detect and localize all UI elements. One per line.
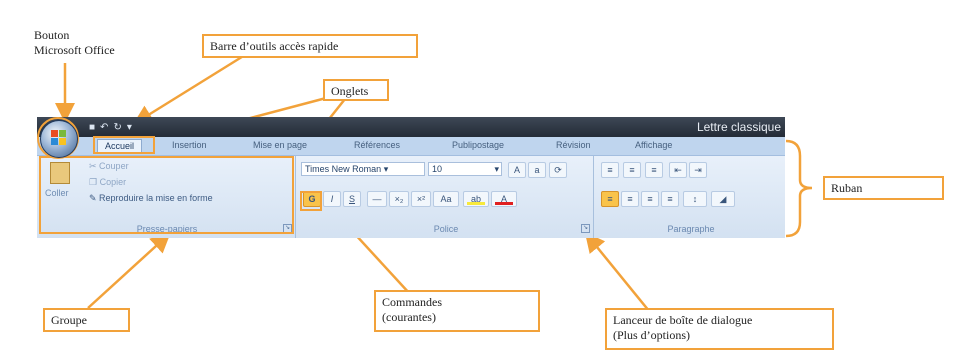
increase-indent-button[interactable]: ⇥ xyxy=(689,162,707,178)
highlight-bold-command xyxy=(300,191,322,211)
paragraph-group: ≡ ≡ ≡ ⇤ ⇥ ≡ ≡ ≡ ≡ ↕ ◢ Paragraphe xyxy=(597,156,785,238)
highlight-button[interactable]: ab xyxy=(463,191,489,207)
office-button-callout: Bouton Microsoft Office xyxy=(34,28,115,57)
change-case-button[interactable]: Aa xyxy=(433,191,459,207)
grow-font-button[interactable]: A xyxy=(508,162,526,178)
highlight-clipboard-group xyxy=(39,156,294,234)
launcher-callout: Lanceur de boîte de dialogue (Plus d’opt… xyxy=(605,308,834,350)
strikethrough-button[interactable]: — xyxy=(367,191,387,207)
paragraph-group-title: Paragraphe xyxy=(667,224,715,234)
commands-callout: Commandes (courantes) xyxy=(374,290,540,332)
font-size-value: 10 xyxy=(432,164,443,174)
group-callout: Groupe xyxy=(43,308,130,332)
italic-button[interactable]: I xyxy=(323,191,341,207)
highlight-tab-accueil xyxy=(93,136,155,154)
align-right-button[interactable]: ≡ xyxy=(641,191,659,207)
font-color-button[interactable]: A xyxy=(491,191,517,207)
font-size-combo[interactable]: 10 ▾ xyxy=(428,162,502,176)
justify-button[interactable]: ≡ xyxy=(661,191,679,207)
arrow-quick-access xyxy=(132,53,246,125)
superscript-button[interactable]: ×² xyxy=(411,191,431,207)
office-button[interactable] xyxy=(40,120,78,158)
subscript-button[interactable]: ×₂ xyxy=(389,191,409,207)
tab-affichage[interactable]: Affichage xyxy=(635,140,672,150)
undo-icon[interactable]: ↶ xyxy=(100,122,108,133)
font-name-combo[interactable]: Times New Roman ▾ xyxy=(301,162,425,176)
multilevel-list-button[interactable]: ≡ xyxy=(645,162,663,178)
align-left-button[interactable]: ≡ xyxy=(601,191,619,207)
align-center-button[interactable]: ≡ xyxy=(621,191,639,207)
clear-format-icon[interactable]: ⟳ xyxy=(549,162,567,178)
shrink-font-button[interactable]: a xyxy=(528,162,546,178)
redo-icon[interactable]: ↻ xyxy=(113,122,121,133)
numbering-button[interactable]: ≡ xyxy=(623,162,641,178)
ribbon-brace xyxy=(785,139,813,238)
office-logo-icon xyxy=(51,130,67,146)
tabs-callout: Onglets xyxy=(323,79,389,101)
underline-button[interactable]: S xyxy=(343,191,361,207)
font-group-title: Police xyxy=(433,224,459,234)
tab-revision[interactable]: Révision xyxy=(556,140,591,150)
quick-access-callout: Barre d’outils accès rapide xyxy=(202,34,418,58)
line-spacing-button[interactable]: ↕ xyxy=(683,191,707,207)
tab-insertion[interactable]: Insertion xyxy=(172,140,207,150)
tab-mise-en-page[interactable]: Mise en page xyxy=(253,140,307,150)
tab-references[interactable]: Références xyxy=(354,140,400,150)
customize-qat-icon[interactable]: ▾ xyxy=(127,122,132,133)
font-dialog-launcher[interactable]: ↘ xyxy=(581,224,590,233)
bullets-button[interactable]: ≡ xyxy=(601,162,619,178)
ribbon-callout: Ruban xyxy=(823,176,944,200)
arrow-group xyxy=(87,232,171,309)
decrease-indent-button[interactable]: ⇤ xyxy=(669,162,687,178)
font-name-value: Times New Roman xyxy=(305,164,382,174)
tab-publipostage[interactable]: Publipostage xyxy=(452,140,504,150)
font-group: Times New Roman ▾ 10 ▾ A a ⟳ G I S — ×₂ ×… xyxy=(299,156,594,238)
shading-button[interactable]: ◢ xyxy=(711,191,735,207)
window-title: Lettre classique xyxy=(696,120,781,134)
save-icon[interactable]: ■ xyxy=(89,122,95,133)
title-bar: ■ ↶ ↻ ▾ Lettre classique xyxy=(37,117,785,137)
quick-access-toolbar[interactable]: ■ ↶ ↻ ▾ xyxy=(89,120,132,134)
